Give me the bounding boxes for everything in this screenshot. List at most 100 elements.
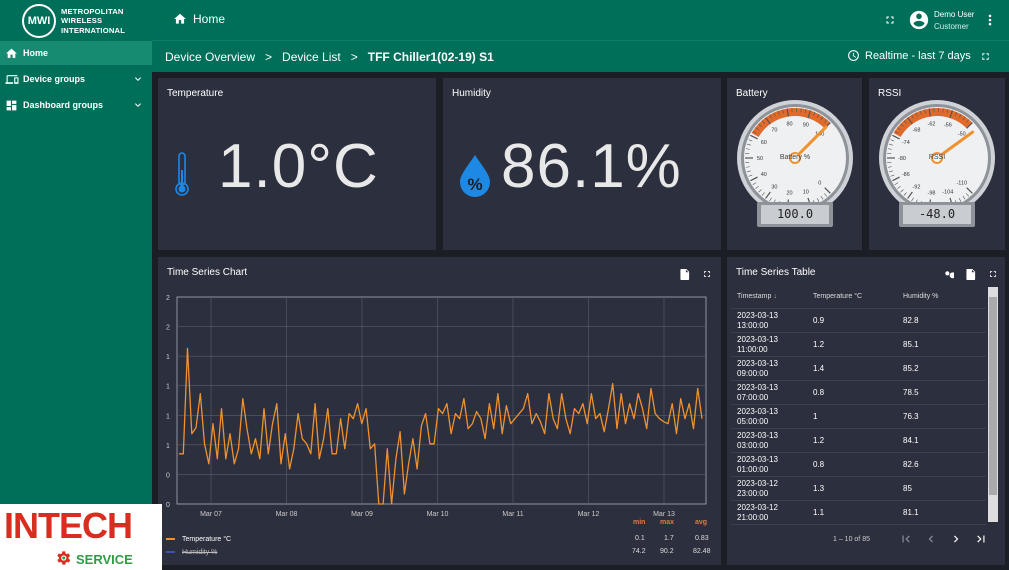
sort-arrow-icon[interactable]: ↓ [773, 293, 777, 300]
gauge-tick-label: 60 [761, 140, 767, 146]
thermometer-icon [175, 152, 189, 196]
column-header-temperature[interactable]: Temperature °C [813, 293, 903, 300]
fullscreen-icon[interactable] [884, 14, 896, 26]
table-row[interactable]: 2023-03-13 05:00:00 1 76.3 [731, 405, 986, 429]
gauge-tick-label: -98 [928, 191, 936, 197]
cell-time: 21:00:00 [737, 512, 769, 522]
logo[interactable]: MWI METROPOLITAN WIRELESS INTERNATIONAL [22, 4, 125, 38]
legend-header-max: max [660, 519, 675, 526]
cell-date: 2023-03-13 [737, 335, 778, 344]
cell-temperature: 0.8 [813, 388, 825, 397]
card-title: Time Series Chart [167, 267, 248, 278]
cell-date: 2023-03-13 [737, 455, 778, 464]
gauge-tick-label: 40 [761, 172, 767, 178]
table-row[interactable]: 2023-03-13 13:00:00 0.9 82.8 [731, 309, 986, 333]
fullscreen-icon[interactable] [988, 269, 998, 279]
fullscreen-icon[interactable] [702, 269, 712, 279]
sidebar-item-dashboard-groups[interactable]: Dashboard groups [0, 93, 152, 117]
temperature-value: 1.0°C [218, 132, 379, 201]
chevron-down-icon[interactable] [132, 99, 144, 111]
header-label: Timestamp [737, 292, 772, 300]
table-scrollbar[interactable] [988, 287, 998, 522]
table-row[interactable]: 2023-03-12 23:00:00 1.3 85 [731, 477, 986, 501]
sidebar-item-device-groups[interactable]: Device groups [0, 67, 152, 91]
cell-temperature: 1.3 [813, 484, 825, 493]
time-series-table-card: Time Series Table Timestamp ↓ Temperatur… [727, 257, 1005, 565]
table-row[interactable]: 2023-03-13 01:00:00 0.8 82.6 [731, 453, 986, 477]
gauge-tick-label: 30 [771, 184, 777, 190]
cell-timestamp: 2023-03-13 09:00:00 [731, 359, 813, 378]
table-row[interactable]: 2023-03-13 03:00:00 1.2 84.1 [731, 429, 986, 453]
cell-timestamp: 2023-03-13 03:00:00 [731, 431, 813, 450]
cell-date: 2023-03-13 [737, 431, 778, 440]
y-tick-label: 2 [166, 295, 170, 302]
column-header-timestamp[interactable]: Timestamp ↓ [731, 292, 813, 302]
cell-humidity: 82.6 [903, 460, 919, 469]
devices-icon [5, 74, 19, 84]
gear-icon [57, 551, 71, 565]
time-series-chart-card: Time Series Chart 2 2 1 1 1 1 0 0 Mar 07 Mar 08 Ma… [158, 257, 721, 565]
temperature-card: Temperature 1.0°C [158, 78, 436, 250]
legend-item-temperature[interactable]: Temperature °C [166, 533, 231, 545]
gauge-label: Battery % [779, 154, 811, 161]
home-icon [6, 48, 17, 58]
first-page-icon[interactable] [899, 532, 913, 546]
sidebar-item-home[interactable]: Home [0, 41, 152, 65]
cell-time: 11:00:00 [737, 344, 768, 354]
sidebar-item-label: Dashboard groups [23, 100, 104, 110]
gauge-tick-label: 20 [786, 191, 792, 197]
cell-date: 2023-03-13 [737, 311, 778, 320]
cell-time: 01:00:00 [737, 464, 769, 474]
rssi-card: RSSI -110 -104 -98 -92 -86 -80 -74 -68 -62 -56 -50… [869, 78, 1005, 250]
gauge-tick-label: -92 [912, 184, 920, 190]
breadcrumb-item[interactable]: Device List [282, 50, 341, 64]
cell-timestamp: 2023-03-13 07:00:00 [731, 383, 813, 402]
time-series-line-chart: 2 2 1 1 1 1 0 0 Mar 07 Mar 08 Mar 09 Mar 10 Mar 11 Ma… [166, 295, 707, 517]
column-header-humidity[interactable]: Humidity % [903, 293, 983, 300]
last-page-icon[interactable] [974, 532, 988, 546]
cell-time: 07:00:00 [737, 392, 769, 402]
next-page-icon[interactable] [949, 532, 963, 546]
cell-timestamp: 2023-03-13 05:00:00 [731, 407, 813, 426]
cell-date: 2023-03-13 [737, 383, 778, 392]
scrollbar-thumb[interactable] [989, 297, 997, 495]
table-row[interactable]: 2023-03-13 07:00:00 0.8 78.5 [731, 381, 986, 405]
cell-time: 09:00:00 [737, 368, 769, 378]
cell-date: 2023-03-12 [737, 479, 778, 488]
card-title: Humidity [452, 88, 491, 99]
search-icon[interactable] [943, 269, 954, 280]
pagination-label: 1 – 10 of 85 [833, 536, 870, 543]
breadcrumb-item[interactable]: Device Overview [165, 50, 255, 64]
legend-max: 1.7 [664, 535, 674, 542]
top-bar: Home Demo User Customer [152, 0, 1009, 40]
export-file-icon[interactable] [966, 269, 976, 280]
x-tick-label: Mar 07 [200, 511, 222, 517]
previous-page-icon[interactable] [924, 532, 938, 546]
table-row[interactable]: 2023-03-12 21:00:00 1.1 81.1 [731, 501, 986, 525]
sidebar-item-label: Home [23, 48, 49, 58]
table-row[interactable]: 2023-03-13 11:00:00 1.2 85.1 [731, 333, 986, 357]
cell-timestamp: 2023-03-13 11:00:00 [731, 335, 813, 354]
breadcrumb-separator: > [350, 50, 358, 64]
export-file-icon[interactable] [680, 269, 690, 280]
legend-item-humidity[interactable]: Humidity % [166, 546, 217, 558]
timewindow-selector[interactable]: Realtime - last 7 days [847, 49, 971, 62]
page-title: Home [193, 12, 226, 26]
logo-line-2: WIRELESS [61, 16, 103, 26]
fullscreen-icon[interactable] [980, 51, 991, 62]
logo-line-1: METROPOLITAN [61, 6, 124, 16]
card-title: Temperature [167, 88, 224, 99]
cell-humidity: 76.3 [903, 412, 919, 421]
breadcrumb-bar: Device Overview > Device List > TFF Chil… [152, 40, 1009, 72]
card-title: Time Series Table [736, 267, 816, 278]
user-info[interactable]: Demo User Customer [934, 9, 974, 33]
table-row[interactable]: 2023-03-13 09:00:00 1.4 85.2 [731, 357, 986, 381]
chevron-down-icon[interactable] [132, 73, 144, 85]
y-tick-label: 1 [166, 443, 170, 450]
more-vert-icon[interactable] [985, 13, 995, 27]
dashboard-icon [6, 100, 17, 110]
account-icon[interactable] [908, 9, 930, 31]
humidity-drop-glyph: % [467, 175, 483, 194]
home-title[interactable]: Home [173, 12, 225, 26]
cell-humidity: 85 [903, 484, 912, 493]
